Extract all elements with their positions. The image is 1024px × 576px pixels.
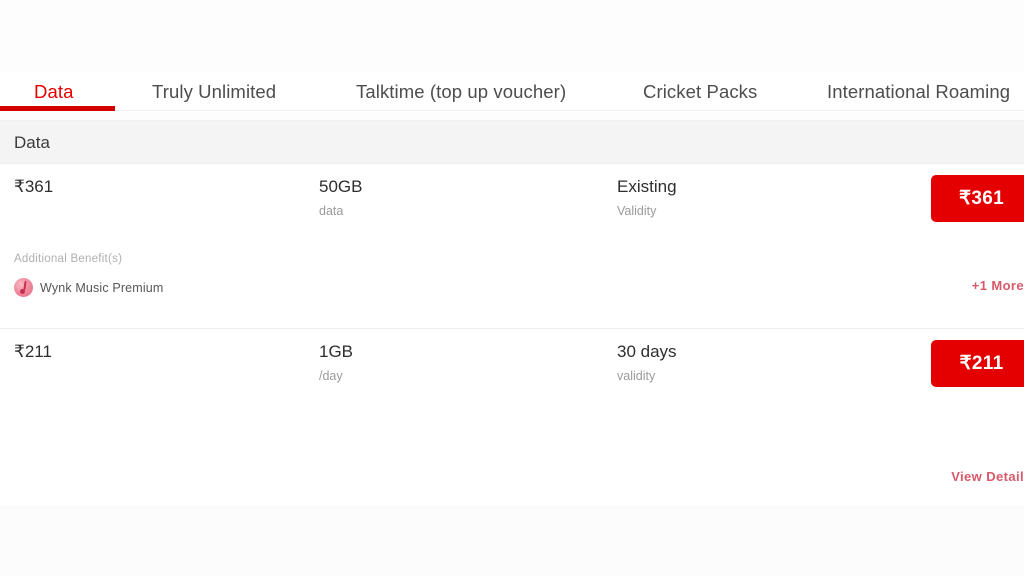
plan-price-value: ₹361 [14,177,54,196]
recharge-button[interactable]: ₹361 [931,175,1024,222]
section-header: Data [0,120,1024,164]
plan-data-cell: 1GB /day [319,341,353,384]
more-benefits-link[interactable]: +1 More [972,278,1024,293]
plan-list: ₹361 50GB data Existing Validity ₹361 Ad… [0,164,1024,506]
benefit-label: Wynk Music Premium [40,280,164,295]
category-tabs: Data Truly Unlimited Talktime (top up vo… [0,72,1024,112]
recharge-button[interactable]: ₹211 [931,340,1024,387]
view-detail-link[interactable]: View Detail [951,469,1024,484]
active-tab-underline [0,106,115,111]
plan-validity-value: Existing [617,177,677,196]
tabs-baseline-divider [0,110,1024,111]
benefit-item[interactable]: Wynk Music Premium [14,278,163,297]
plan-price-value: ₹211 [14,342,52,361]
wynk-music-icon [14,278,33,297]
tab-cricket-packs[interactable]: Cricket Packs [643,72,757,112]
plan-validity-cell: 30 days validity [617,341,677,384]
tab-truly-unlimited[interactable]: Truly Unlimited [152,72,276,112]
table-row[interactable]: ₹361 50GB data Existing Validity ₹361 Ad… [0,164,1024,328]
plan-price-cell: ₹211 [14,341,52,363]
plan-price-cell: ₹361 [14,176,53,198]
plan-validity-label: Validity [617,204,657,218]
plan-validity-value: 30 days [617,342,677,361]
section-title: Data [14,133,50,152]
plans-page: Data Truly Unlimited Talktime (top up vo… [0,0,1024,576]
plan-validity-cell: Existing Validity [617,176,677,219]
additional-benefits: Additional Benefit(s) Wynk Music Premium [14,252,163,297]
page-bottom-spacer [0,505,1024,576]
plan-data-cell: 50GB data [319,176,362,219]
tab-international-roaming[interactable]: International Roaming [827,72,1010,112]
additional-benefits-title: Additional Benefit(s) [14,253,123,265]
plan-validity-label: validity [617,369,656,383]
table-row[interactable]: ₹211 1GB /day 30 days validity ₹211 [0,328,1024,506]
tab-talktime[interactable]: Talktime (top up voucher) [356,72,566,112]
page-top-spacer [0,0,1024,72]
plan-data-value: 1GB [319,342,354,361]
plan-data-label: /day [319,369,343,383]
plan-data-value: 50GB [319,177,363,196]
plan-data-label: data [319,204,344,218]
